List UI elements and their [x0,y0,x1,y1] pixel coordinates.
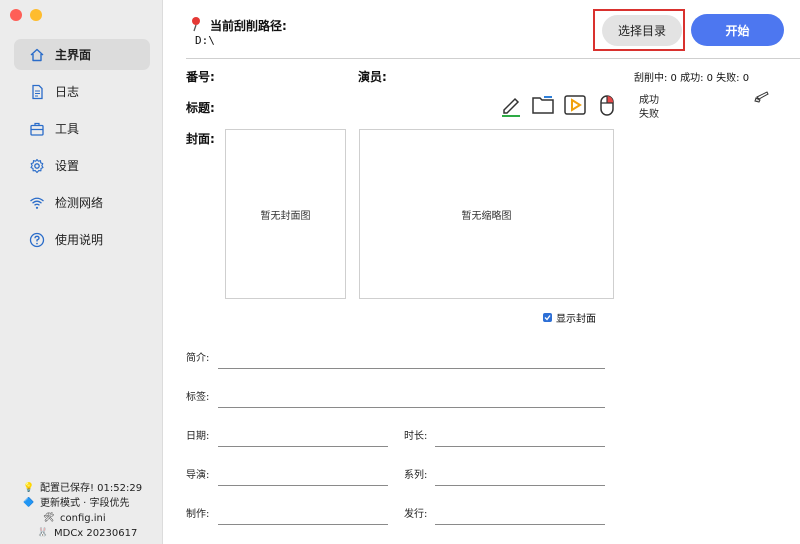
sidebar-nav: 主界面 日志 工具 设置 检测网络 使用说明 [14,39,150,261]
sidebar-item-tools[interactable]: 工具 [14,113,150,144]
config-file-text: config.ini [60,513,106,524]
tools-icon: 🛠 [43,513,55,523]
sidebar-item-label: 使用说明 [55,233,104,247]
show-cover-label: 显示封面 [556,314,596,325]
version-text: MDCx 20230617 [54,528,138,539]
wifi-icon [30,197,44,209]
success-label: 成功 [639,95,659,106]
home-icon [30,48,44,61]
scrape-counters: 刮削中: 0 成功: 0 失败: 0 [634,73,750,84]
save-status-text: 配置已保存! 01:52:29 [40,483,143,494]
show-cover-checkbox[interactable]: 显示封面 [543,310,596,325]
mode-status-text: 更新模式 · 字段优先 [40,498,130,509]
publisher-field[interactable] [435,524,605,525]
sidebar-item-log[interactable]: 日志 [14,76,150,107]
sidebar-item-main[interactable]: 主界面 [14,39,150,70]
actor-label: 演员: [358,70,387,84]
mode-status: 🔷 更新模式 · 字段优先 [22,496,142,511]
gear-icon [30,158,44,173]
no-cover-text: 暂无封面图 [260,210,311,222]
director-field[interactable] [218,485,388,486]
lightbulb-icon: 💡 [23,483,35,493]
thumbnail-image[interactable]: 暂无缩略图 [359,129,614,299]
save-status: 💡 配置已保存! 01:52:29 [22,481,142,496]
studio-label: 制作: [186,509,210,520]
window-controls [10,9,42,21]
sidebar-item-label: 检测网络 [55,196,104,210]
document-icon [32,84,43,99]
duration-label: 时长: [404,431,428,442]
play-icon[interactable] [563,93,587,117]
no-thumb-text: 暂无缩略图 [461,210,512,222]
divider [186,58,800,59]
tags-label: 标签: [186,392,210,403]
tags-field[interactable] [218,407,605,408]
sidebar: 主界面 日志 工具 设置 检测网络 使用说明 💡 配置已保存! 01:52:29… [0,0,163,544]
status-panel: 💡 配置已保存! 01:52:29 🔷 更新模式 · 字段优先 🛠 config… [22,481,142,541]
minimize-window-button[interactable] [30,9,42,21]
series-label: 系列: [404,470,428,481]
action-icons [499,93,619,117]
intro-field[interactable] [218,368,605,369]
pushpin-icon [192,17,200,32]
sidebar-item-settings[interactable]: 设置 [14,150,150,181]
sidebar-item-network[interactable]: 检测网络 [14,187,150,218]
mouse-icon[interactable] [595,93,619,117]
path-label: 当前刮削路径: [210,19,287,33]
close-window-button[interactable] [10,9,22,21]
sidebar-item-label: 日志 [55,85,80,99]
fail-label: 失败 [639,109,659,120]
highlight-box [593,9,685,51]
studio-field[interactable] [218,524,388,525]
version-status: 🐰 MDCx 20230617 [36,526,142,541]
app-window: 主界面 日志 工具 设置 检测网络 使用说明 💡 配置已保存! 01:52:29… [0,0,800,544]
folder-icon[interactable] [531,93,555,117]
duration-field[interactable] [435,446,605,447]
series-field[interactable] [435,485,605,486]
cover-label: 封面: [186,132,215,146]
intro-label: 简介: [186,353,210,364]
broom-icon[interactable] [754,89,770,103]
title-label: 标题: [186,101,215,115]
cover-image[interactable]: 暂无封面图 [225,129,346,299]
number-label: 番号: [186,70,215,84]
checkbox-checked-icon [543,313,552,322]
start-button[interactable]: 开始 [691,14,784,46]
main-panel: 当前刮削路径: D:\ 选择目录 开始 番号: 演员: 刮削中: 0 成功: 0… [164,0,800,544]
date-field[interactable] [218,446,388,447]
sidebar-item-label: 主界面 [55,48,92,62]
path-value: D:\ [195,34,215,47]
help-icon [29,232,45,247]
date-label: 日期: [186,431,210,442]
sidebar-item-help[interactable]: 使用说明 [14,224,150,255]
edit-icon[interactable] [499,93,523,117]
diamond-icon: 🔷 [23,498,35,508]
sidebar-item-label: 工具 [55,122,80,136]
rabbit-icon: 🐰 [37,528,49,538]
director-label: 导演: [186,470,210,481]
sidebar-item-label: 设置 [55,159,80,173]
publisher-label: 发行: [404,509,428,520]
toolbox-icon [30,122,44,136]
config-status[interactable]: 🛠 config.ini [42,511,142,526]
